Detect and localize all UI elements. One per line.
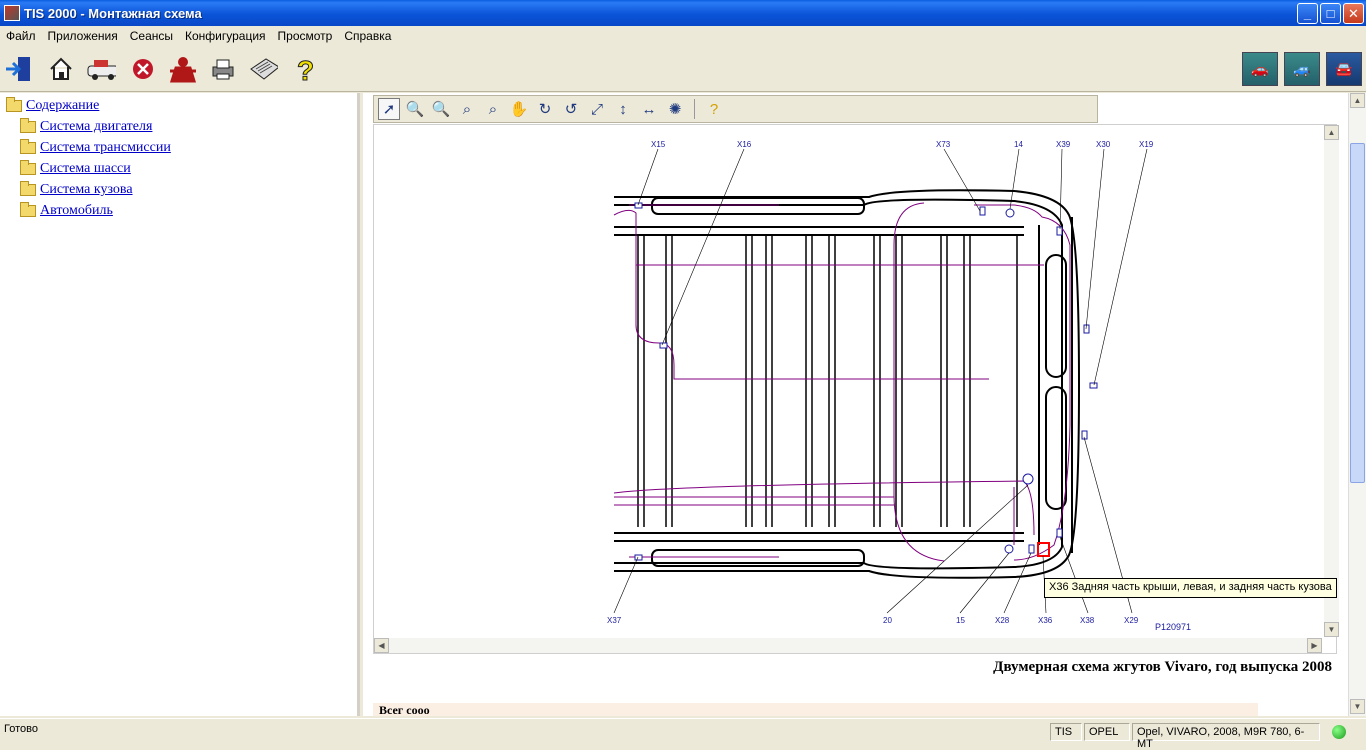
select-pointer-icon[interactable]: ➚ <box>378 98 400 120</box>
status-text: Готово <box>4 723 38 735</box>
rotate-left-icon[interactable]: ↺ <box>560 98 582 120</box>
pane-scroll-down-icon[interactable]: ▼ <box>1350 699 1365 714</box>
highlight-icon[interactable]: ✺ <box>664 98 686 120</box>
zoom-area-icon[interactable]: ⌕ <box>482 98 504 120</box>
label-20: 20 <box>883 616 892 625</box>
menu-help[interactable]: Справка <box>344 29 391 43</box>
diagram-vertical-scrollbar[interactable]: ▲ ▼ <box>1324 125 1339 637</box>
notes-icon[interactable] <box>248 54 278 84</box>
status-bar: Готово TIS OPEL Opel, VIVARO, 2008, M9R … <box>0 718 1366 750</box>
menu-file[interactable]: Файл <box>6 29 36 43</box>
minimize-button[interactable]: _ <box>1297 3 1318 24</box>
label-x16: X16 <box>737 140 752 149</box>
wiring-diagram[interactable]: X15 X16 X73 14 X39 X30 X19 X37 20 15 X28… <box>374 125 1322 637</box>
label-x38: X38 <box>1080 616 1095 625</box>
label-x36: X36 <box>1038 616 1053 625</box>
stop-icon[interactable] <box>128 54 158 84</box>
print-icon[interactable] <box>208 54 238 84</box>
diagram-caption: Двумерная схема жгутов Vivaro, год выпус… <box>993 659 1332 675</box>
close-button[interactable]: ✕ <box>1343 3 1364 24</box>
folder-icon <box>20 181 36 196</box>
connector-tooltip: X36 Задняя часть крыши, левая, и задняя … <box>1044 578 1337 598</box>
service-app-icon[interactable]: 🚗 <box>1242 52 1278 86</box>
title-bar: TIS 2000 - Монтажная схема _ □ ✕ <box>0 0 1366 26</box>
zoom-out-icon[interactable]: 🔍 <box>430 98 452 120</box>
home-icon[interactable] <box>46 54 76 84</box>
tree-item-transmission[interactable]: Система трансмиссии <box>20 139 171 156</box>
label-15: 15 <box>956 616 965 625</box>
label-x37: X37 <box>607 616 622 625</box>
folder-icon <box>20 139 36 154</box>
label-x19: X19 <box>1139 140 1154 149</box>
diagram-horizontal-scrollbar[interactable]: ◀ ▶ <box>374 638 1322 653</box>
tree-item-label: Система кузова <box>40 182 133 197</box>
contents-tree: Содержание Система двигателя Система тра… <box>0 93 360 716</box>
menu-view[interactable]: Просмотр <box>278 29 333 43</box>
label-x30: X30 <box>1096 140 1111 149</box>
folder-open-icon <box>6 97 22 112</box>
label-x29: X29 <box>1124 616 1139 625</box>
app-icon <box>4 5 20 21</box>
tree-item-chassis[interactable]: Система шасси <box>20 160 131 177</box>
tree-item-label: Система трансмиссии <box>40 140 171 155</box>
folder-icon <box>20 160 36 175</box>
fit-page-icon[interactable]: ⤢ <box>586 98 608 120</box>
folder-icon <box>20 118 36 133</box>
label-x39: X39 <box>1056 140 1071 149</box>
tree-root[interactable]: Содержание <box>6 97 100 114</box>
diagram-pane: ➚ 🔍 🔍 ⌕ ⌕ ✋ ↻ ↺ ⤢ ↕ ↔ ✺ ? X15 X16 X73 14… <box>363 93 1366 716</box>
label-x28: X28 <box>995 616 1010 625</box>
pane-scroll-thumb[interactable] <box>1350 143 1365 483</box>
scroll-up-icon[interactable]: ▲ <box>1324 125 1339 140</box>
pan-hand-icon[interactable]: ✋ <box>508 98 530 120</box>
tree-item-body[interactable]: Система кузова <box>20 181 133 198</box>
pane-vertical-scrollbar[interactable]: ▲ ▼ <box>1348 93 1366 716</box>
pane-scroll-up-icon[interactable]: ▲ <box>1350 93 1365 108</box>
folder-icon <box>20 202 36 217</box>
label-x73: X73 <box>936 140 951 149</box>
viewer-toolbar: ➚ 🔍 🔍 ⌕ ⌕ ✋ ↻ ↺ ⤢ ↕ ↔ ✺ ? <box>373 95 1098 123</box>
label-14: 14 <box>1014 140 1023 149</box>
scroll-left-icon[interactable]: ◀ <box>374 638 389 653</box>
scroll-down-icon[interactable]: ▼ <box>1324 622 1339 637</box>
fit-height-icon[interactable]: ↕ <box>612 98 634 120</box>
connection-status-icon <box>1332 725 1346 739</box>
user-icon[interactable] <box>168 54 198 84</box>
tree-item-vehicle[interactable]: Автомобиль <box>20 202 113 219</box>
zoom-icon[interactable]: ⌕ <box>456 98 478 120</box>
viewer-help-icon[interactable]: ? <box>703 98 725 120</box>
main-toolbar: ? 🚗 🚙 🚘 <box>0 46 1366 92</box>
menu-configuration[interactable]: Конфигурация <box>185 29 266 43</box>
rotate-right-icon[interactable]: ↻ <box>534 98 556 120</box>
tree-item-label: Автомобиль <box>40 203 113 218</box>
zoom-in-icon[interactable]: 🔍 <box>404 98 426 120</box>
legend-section: Всег сооо <box>373 703 1258 716</box>
menu-bar: Файл Приложения Сеансы Конфигурация Прос… <box>0 26 1366 46</box>
menu-applications[interactable]: Приложения <box>48 29 118 43</box>
maximize-button[interactable]: □ <box>1320 3 1341 24</box>
status-brand: OPEL <box>1084 723 1130 741</box>
svg-text:?: ? <box>297 55 314 84</box>
fit-width-icon[interactable]: ↔ <box>638 98 660 120</box>
status-tis: TIS <box>1050 723 1082 741</box>
vehicle-select-icon[interactable] <box>86 54 116 84</box>
tree-item-label: Система двигателя <box>40 119 153 134</box>
status-vehicle: Opel, VIVARO, 2008, M9R 780, 6-MT <box>1132 723 1320 750</box>
tree-item-engine[interactable]: Система двигателя <box>20 118 153 135</box>
exit-icon[interactable] <box>4 54 34 84</box>
scroll-right-icon[interactable]: ▶ <box>1307 638 1322 653</box>
wiring-diagram-canvas[interactable]: X15 X16 X73 14 X39 X30 X19 X37 20 15 X28… <box>373 124 1339 654</box>
diagnostics-app-icon[interactable]: 🚙 <box>1284 52 1320 86</box>
help-icon[interactable]: ? <box>292 54 322 85</box>
tree-item-label: Система шасси <box>40 161 131 176</box>
menu-sessions[interactable]: Сеансы <box>130 29 173 43</box>
window-title: TIS 2000 - Монтажная схема <box>24 5 202 21</box>
repair-app-icon[interactable]: 🚘 <box>1326 52 1362 86</box>
label-x15: X15 <box>651 140 666 149</box>
tree-root-label: Содержание <box>26 98 100 113</box>
figure-id: P120971 <box>1155 622 1191 632</box>
